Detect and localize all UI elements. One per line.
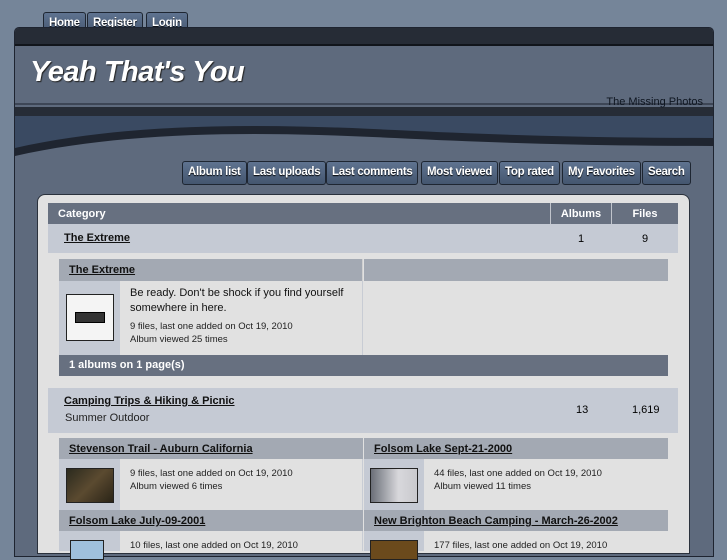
album-views: Album viewed 6 times (130, 481, 223, 492)
nav-album-list[interactable]: Album list (182, 161, 247, 185)
site-tagline: The Missing Photos (606, 96, 703, 108)
album-header: Folsom Lake July-09-2001 (59, 510, 363, 531)
album-link[interactable]: Folsom Lake Sept-21-2000 (374, 443, 512, 455)
site-title: Yeah That's You (30, 56, 245, 88)
album-thumbnail[interactable] (66, 468, 114, 503)
category-albums-count: 1 (578, 233, 585, 245)
album-header-empty (364, 259, 668, 281)
header-files: Files (612, 203, 678, 224)
album-thumbnail[interactable] (66, 294, 114, 341)
nav-top-rated[interactable]: Top rated (499, 161, 560, 185)
album-info: Be ready. Don't be shock if you find you… (120, 281, 363, 355)
album-files-info: 10 files, last one added on Oct 19, 2010 (130, 540, 298, 551)
category-files-count: 1,619 (632, 404, 660, 416)
album-header: The Extreme (59, 259, 363, 281)
album-views: Album viewed 25 times (130, 334, 228, 345)
album-thumbnail[interactable] (370, 540, 418, 560)
category-row: Camping Trips & Hiking & Picnic Summer O… (48, 388, 678, 433)
album-info: 177 files, last one added on Oct 19, 201… (424, 531, 668, 551)
header-category: Category (48, 203, 551, 224)
album-header: Stevenson Trail - Auburn California (59, 438, 363, 459)
nav-last-uploads[interactable]: Last uploads (247, 161, 327, 185)
thumb-cell (59, 281, 120, 355)
thumb-cell (59, 459, 120, 510)
thumb-cell (59, 531, 120, 560)
category-link[interactable]: Camping Trips & Hiking & Picnic (64, 395, 235, 407)
thumb-cell (364, 531, 424, 560)
album-link[interactable]: The Extreme (69, 264, 135, 276)
album-thumbnail[interactable] (370, 468, 418, 503)
album-info: 9 files, last one added on Oct 19, 2010 … (120, 459, 363, 510)
album-header: Folsom Lake Sept-21-2000 (364, 438, 668, 459)
category-albums-count: 13 (576, 404, 589, 416)
album-thumbnail[interactable] (70, 540, 104, 560)
album-files-info: 9 files, last one added on Oct 19, 2010 (130, 321, 293, 332)
album-info: 44 files, last one added on Oct 19, 2010… (424, 459, 668, 510)
nav-most-viewed[interactable]: Most viewed (421, 161, 499, 185)
album-views: Album viewed 11 times (434, 481, 531, 492)
album-files-info: 9 files, last one added on Oct 19, 2010 (130, 468, 293, 479)
album-header: New Brighton Beach Camping - March-26-20… (364, 510, 668, 531)
album-link[interactable]: Stevenson Trail - Auburn California (69, 443, 253, 455)
album-link[interactable]: Folsom Lake July-09-2001 (69, 515, 205, 527)
album-info: 10 files, last one added on Oct 19, 2010 (120, 531, 363, 551)
album-link[interactable]: New Brighton Beach Camping - March-26-20… (374, 515, 618, 527)
category-link[interactable]: The Extreme (64, 232, 130, 244)
album-files-info: 177 files, last one added on Oct 19, 201… (434, 540, 608, 551)
thumb-cell (364, 459, 424, 510)
nav-my-favorites[interactable]: My Favorites (562, 161, 641, 185)
top-strip (15, 28, 713, 46)
header-albums: Albums (551, 203, 612, 224)
category-files-count: 9 (642, 233, 649, 245)
category-row: The Extreme 1 9 (48, 224, 678, 253)
album-files-info: 44 files, last one added on Oct 19, 2010 (434, 468, 602, 479)
album-pagination: 1 albums on 1 page(s) (59, 355, 668, 376)
nav-search[interactable]: Search (642, 161, 691, 185)
album-description: Be ready. Don't be shock if you find you… (130, 287, 344, 314)
header-divider (15, 107, 713, 116)
nav-last-comments[interactable]: Last comments (326, 161, 419, 185)
wave-banner (15, 116, 713, 161)
category-description: Summer Outdoor (65, 412, 150, 424)
